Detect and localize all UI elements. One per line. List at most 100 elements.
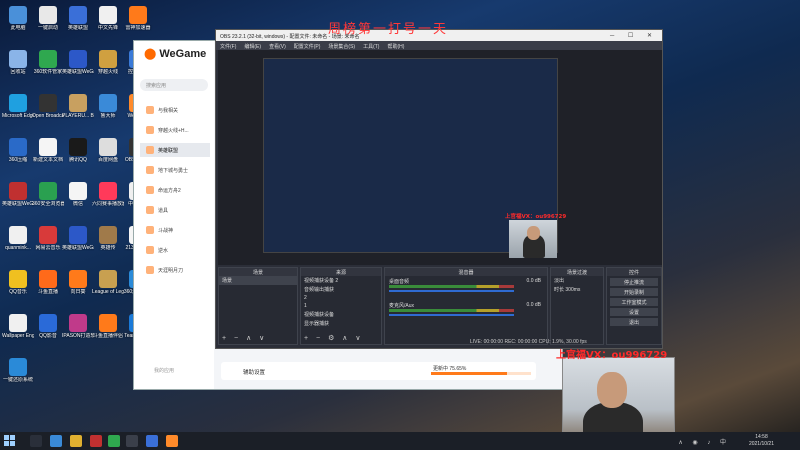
game-icon xyxy=(146,226,154,234)
source-item[interactable]: 视频捕获设备 2 xyxy=(301,276,381,285)
wegame-search-input[interactable]: 搜索应用 xyxy=(140,79,208,91)
desktop-icon-label: League of Legends xyxy=(92,289,124,295)
taskbar-app-icon[interactable] xyxy=(50,435,62,447)
game-icon xyxy=(146,146,154,154)
desktop-icon[interactable]: 英雄联盟WeGame版 xyxy=(62,50,94,75)
tray-icons[interactable]: ∧ ◉ ♪ 中 xyxy=(678,437,730,446)
desktop-icon[interactable]: 一键还原系统 xyxy=(2,358,34,383)
desktop-icon[interactable]: Wallpaper Engine xyxy=(2,314,34,339)
desktop-icon[interactable]: IPASON打造软件 xyxy=(62,314,94,339)
wegame-nav-label: 地下城与勇士 xyxy=(158,168,189,174)
wegame-nav-item[interactable]: 命运方舟2 xyxy=(140,183,210,197)
taskbar-folder-icon[interactable] xyxy=(70,435,82,447)
desktop-icon-label: 一键启动 xyxy=(37,25,58,31)
desktop-icon[interactable]: 此电脑 xyxy=(2,6,34,31)
desktop-icon[interactable]: 微信 xyxy=(62,182,94,207)
desktop-icon[interactable]: 六同赛事播放器 xyxy=(92,182,124,207)
desktop-icon[interactable]: 新建文本文档 xyxy=(32,138,64,163)
obs-control-button[interactable]: 停止推流 xyxy=(610,278,658,286)
taskbar-lol-icon[interactable] xyxy=(146,435,158,447)
taskbar-obs-icon[interactable] xyxy=(126,435,138,447)
wegame-nav-item[interactable]: 天涯明月刀 xyxy=(140,263,210,277)
source-item[interactable]: 音频输出捕获 xyxy=(301,285,381,294)
app-icon xyxy=(9,270,27,288)
desktop-icon[interactable]: League of Legends xyxy=(92,270,124,295)
game-icon xyxy=(146,246,154,254)
desktop-icon[interactable]: 英雄联盟WeGame版 xyxy=(2,182,34,207)
obs-preview xyxy=(218,50,662,265)
source-item[interactable]: 视频捕获设备 xyxy=(301,310,381,319)
wegame-nav-item[interactable]: 逆水 xyxy=(140,243,210,257)
desktop-icon[interactable]: Microsoft Edge xyxy=(2,94,34,119)
app-icon xyxy=(39,6,57,24)
helper-settings-label[interactable]: 辅助设置 xyxy=(243,368,265,376)
desktop-icon[interactable]: Open Broadcast... xyxy=(32,94,64,119)
wegame-nav-label: 逆水 xyxy=(158,248,169,254)
source-item[interactable]: 2 xyxy=(301,294,381,302)
wegame-helper-bar: 辅助设置 更新中 75.65% xyxy=(221,362,536,380)
desktop-icon[interactable]: 一键启动 xyxy=(32,6,64,31)
desktop-icon-label: 腾讯QQ xyxy=(69,157,87,163)
scenes-tools[interactable]: + − ∧ ∨ xyxy=(222,334,267,342)
desktop-icon[interactable]: 腾讯QQ xyxy=(62,138,94,163)
taskbar-clock[interactable]: 14:58 2021/10/21 xyxy=(749,434,774,448)
taskbar-search-icon[interactable] xyxy=(30,435,42,447)
desktop-icon[interactable]: 网易云音乐 xyxy=(32,226,64,251)
obs-control-button[interactable]: 设置 xyxy=(610,308,658,316)
desktop-icon-label: 中文先锋 xyxy=(97,25,118,31)
desktop-icon[interactable]: 雷神加速器 xyxy=(122,6,154,31)
desktop-icon[interactable]: 英雄联盟WeGame版 xyxy=(62,226,94,251)
desktop-icon[interactable]: 鲁大师 xyxy=(92,94,124,119)
desktop-icon-label: 一键还原系统 xyxy=(2,377,33,383)
wegame-nav-item[interactable]: 地下城与勇士 xyxy=(140,163,210,177)
scene-item[interactable]: 场景 xyxy=(219,276,297,285)
desktop-icon[interactable]: 斗鱼直播伴侣 xyxy=(92,314,124,339)
desktop-icon-label: 360安全浏览器 xyxy=(32,201,64,207)
desktop-icon[interactable]: 穿越火线 xyxy=(92,50,124,75)
transition-duration[interactable]: 时长 300ms xyxy=(551,285,603,294)
desktop-icon[interactable]: 英雄传 xyxy=(92,226,124,251)
window-controls[interactable]: ─ ☐ ✕ xyxy=(610,32,658,39)
taskbar-store-icon[interactable] xyxy=(90,435,102,447)
desktop-icon[interactable]: 斗鱼直播 xyxy=(32,270,64,295)
desktop-icon-label: 360压缩 xyxy=(8,157,28,163)
desktop-icon[interactable]: 360压缩 xyxy=(2,138,34,163)
source-item[interactable]: 1 xyxy=(301,302,381,310)
obs-control-button[interactable]: 工作室模式 xyxy=(610,298,658,306)
desktop-icon[interactable]: 百度网盘 xyxy=(92,138,124,163)
desktop-icon[interactable]: 英雄联盟 xyxy=(62,6,94,31)
wegame-footer[interactable]: 我的应用 xyxy=(154,367,174,374)
desktop-icon[interactable]: PLAYERU... BATTLEGR... xyxy=(62,94,94,119)
desktop-icon-label: PLAYERU... BATTLEGR... xyxy=(62,113,94,119)
desktop-icon[interactable]: 360安全浏览器 xyxy=(32,182,64,207)
desktop-icon[interactable]: 360软件管家 xyxy=(32,50,64,75)
app-icon xyxy=(99,50,117,68)
wegame-nav-item[interactable]: 斗战神 xyxy=(140,223,210,237)
transition-type-select[interactable]: 淡出 xyxy=(551,276,603,285)
obs-control-button[interactable]: 开始录制 xyxy=(610,288,658,296)
wegame-nav-item[interactable]: 穿越火线+H... xyxy=(140,123,210,137)
wegame-nav-item[interactable]: 与我相关 xyxy=(140,103,210,117)
wegame-nav-label: 与我相关 xyxy=(158,108,179,114)
game-icon xyxy=(146,126,154,134)
taskbar-browser-icon[interactable] xyxy=(108,435,120,447)
taskbar-wegame-icon[interactable] xyxy=(166,435,178,447)
windows-start-icon[interactable] xyxy=(4,435,15,446)
app-icon xyxy=(39,270,57,288)
desktop-icon[interactable]: QQ影音 xyxy=(32,314,64,339)
sources-tools[interactable]: + − ⚙ ∧ ∨ xyxy=(304,334,363,342)
wegame-nav-item[interactable]: 道具 xyxy=(140,203,210,217)
desktop-icon-label: 六同赛事播放器 xyxy=(92,201,124,207)
desktop-icon-label: 穿越火线 xyxy=(97,69,118,75)
desktop-icon[interactable]: 回收站 xyxy=(2,50,34,75)
obs-control-button[interactable]: 退出 xyxy=(610,318,658,326)
source-item[interactable]: 显示器捕获 xyxy=(301,319,381,328)
wegame-nav-item[interactable]: 英雄联盟 xyxy=(140,143,210,157)
desktop-icon[interactable]: QQ音乐 xyxy=(2,270,34,295)
desktop-icon[interactable]: 中文先锋 xyxy=(92,6,124,31)
volume-slider[interactable] xyxy=(389,290,514,292)
volume-slider[interactable] xyxy=(389,314,514,316)
mixer-channel-db: 0.0 dB xyxy=(526,302,541,308)
desktop-icon[interactable]: 向日葵 xyxy=(62,270,94,295)
desktop-icon[interactable]: quanmink... xyxy=(2,226,34,251)
